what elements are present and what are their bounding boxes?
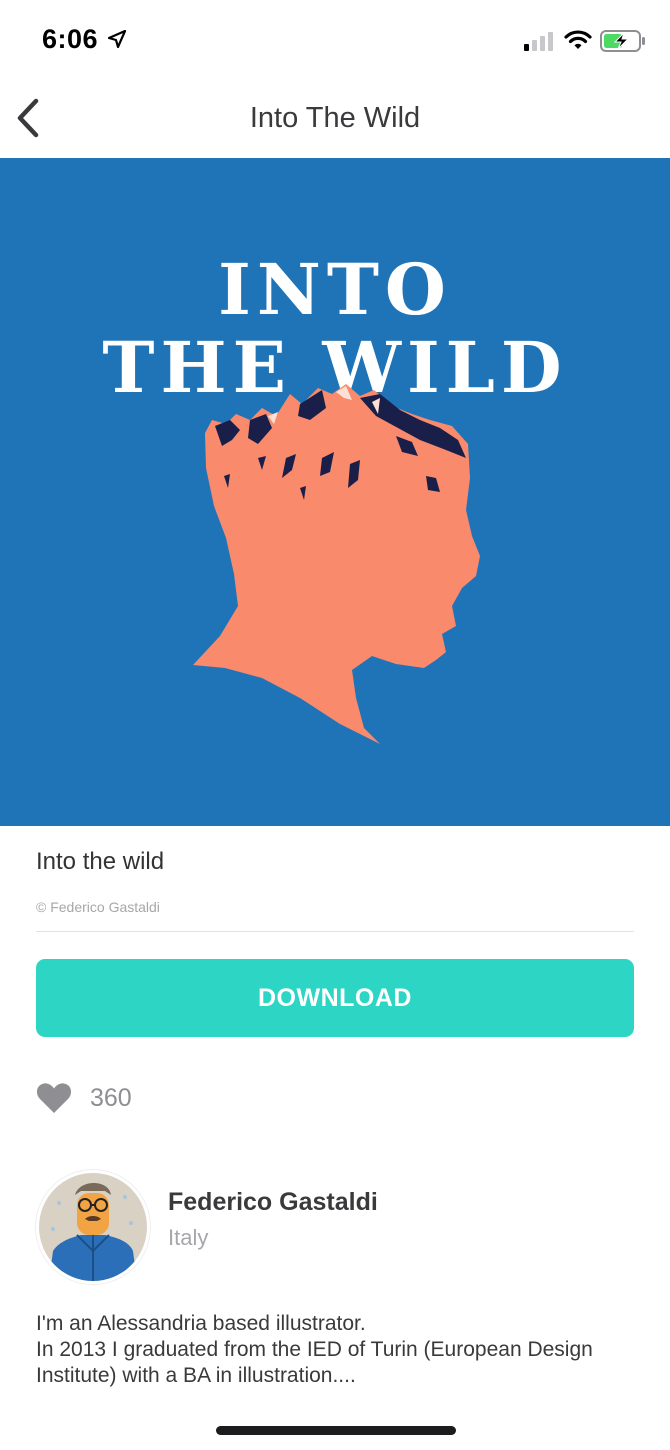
wifi-icon [564,30,592,49]
author-bio-line1: I'm an Alessandria based illustrator. [36,1312,366,1335]
home-indicator[interactable] [216,1426,456,1435]
author-bio-line2: In 2013 I graduated from the IED of Turi… [36,1338,593,1387]
status-time: 6:06 [42,24,99,54]
download-button[interactable]: DOWNLOAD [36,959,634,1037]
artwork-image: INTO THE WILD [0,158,670,826]
battery-charging-icon [600,30,645,52]
cellular-signal-icon [524,32,553,51]
copyright-label: © Federico Gastaldi [36,899,160,915]
author-name[interactable]: Federico Gastaldi [168,1188,378,1217]
page-title: Into The Wild [249,102,421,134]
work-title: Into the wild [36,848,165,875]
navigation-bar: Into The Wild [0,80,670,158]
author-country: Italy [168,1225,209,1250]
author-bio: I'm an Alessandria based illustrator. In… [36,1311,646,1389]
head-silhouette-illustration [193,384,480,744]
location-arrow-icon [108,30,126,48]
heart-icon[interactable] [36,1082,72,1114]
author-avatar-image [39,1173,147,1281]
divider [36,931,634,932]
author-avatar[interactable] [36,1170,150,1284]
like-count: 360 [90,1084,132,1112]
status-bar: 6:06 [0,0,670,80]
